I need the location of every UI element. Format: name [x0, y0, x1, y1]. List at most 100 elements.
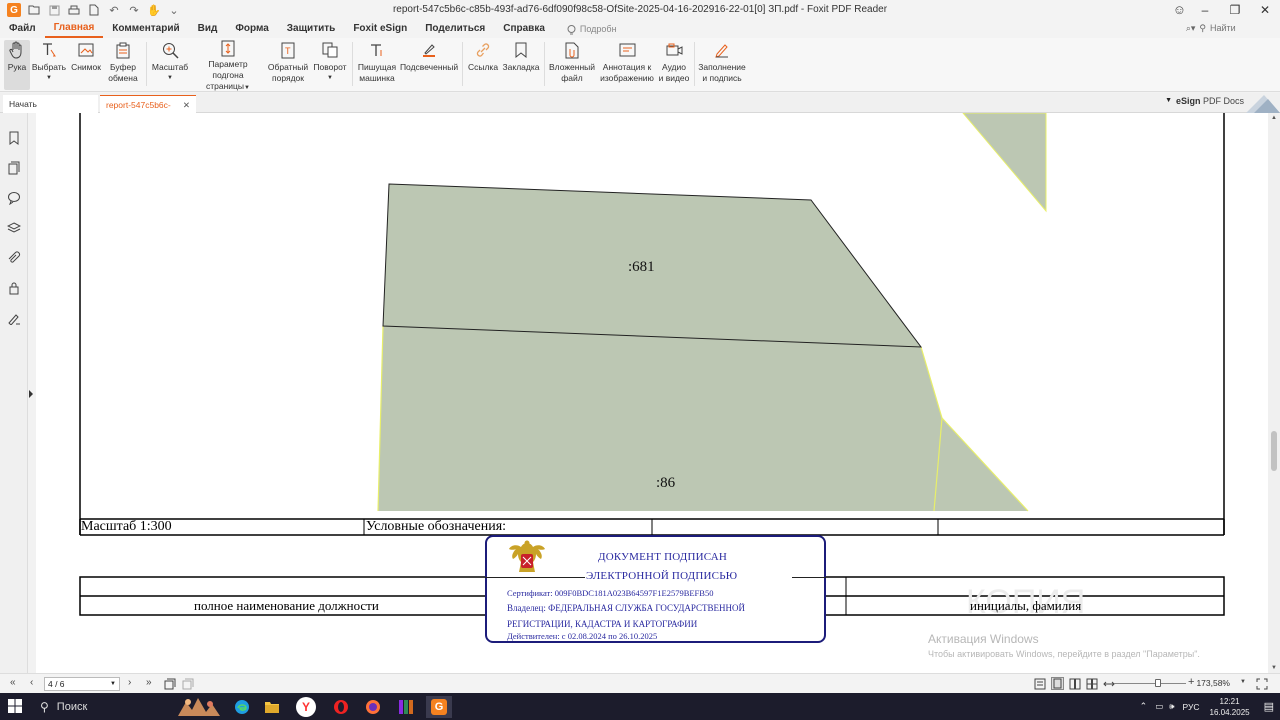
- scrollbar-thumb[interactable]: [1271, 431, 1277, 471]
- digital-signature-stamp[interactable]: ДОКУМЕНТ ПОДПИСАН ЭЛЕКТРОННОЙ ПОДПИСЬЮ С…: [485, 535, 826, 643]
- foxit-reader-taskbar-icon[interactable]: G: [426, 696, 452, 718]
- close-tab-icon[interactable]: ✕: [183, 96, 190, 114]
- print-icon[interactable]: [67, 3, 81, 17]
- firefox-browser-icon[interactable]: [362, 696, 384, 718]
- bookmark-label: Закладка: [502, 62, 540, 72]
- bookmark-button[interactable]: Закладка: [502, 40, 540, 90]
- first-page-icon[interactable]: «: [10, 677, 16, 688]
- previous-view-icon[interactable]: [164, 678, 176, 690]
- volume-icon[interactable]: 🕪: [1169, 701, 1174, 712]
- clock[interactable]: 12:21 16.04.2025: [1210, 696, 1250, 718]
- edge-browser-icon[interactable]: [231, 696, 253, 718]
- undo-icon[interactable]: ↶: [107, 3, 121, 17]
- save-icon[interactable]: [47, 3, 61, 17]
- zoom-dropdown-icon[interactable]: ▼: [1240, 679, 1246, 685]
- windows-taskbar: ⚲ Поиск Y G ⌃ ▭ 🕪 РУС 12:21 16.04.2025 ▤: [0, 693, 1280, 720]
- find-options-icon[interactable]: ⌕▾: [1186, 23, 1196, 34]
- pdf-viewport[interactable]: КОПИЯ :681 :86 Масштаб 1:300 Условные об…: [36, 113, 1268, 673]
- attach-file-button[interactable]: Вложенный файл: [548, 40, 596, 90]
- image-annotation-button[interactable]: Аннотация к изображению: [598, 40, 656, 90]
- menu-help[interactable]: Справка: [494, 20, 554, 38]
- single-page-view-icon[interactable]: [1034, 678, 1046, 690]
- next-view-icon[interactable]: [182, 678, 194, 690]
- bookmark-panel-icon[interactable]: [7, 131, 21, 145]
- vertical-scrollbar[interactable]: ▲ ▼: [1268, 113, 1280, 673]
- opera-browser-icon[interactable]: [330, 696, 352, 718]
- page-dropdown-icon[interactable]: ▼: [110, 678, 116, 690]
- expand-panel-icon[interactable]: [28, 389, 34, 399]
- winrar-archiver-icon[interactable]: [395, 696, 417, 718]
- tabs-dropdown-icon[interactable]: ▼: [1165, 97, 1172, 104]
- fullscreen-icon[interactable]: [1256, 678, 1268, 690]
- page-number-field[interactable]: 4 / 6 ▼: [44, 677, 120, 691]
- network-icon[interactable]: ▭: [1155, 701, 1163, 712]
- minimize-button[interactable]: –: [1190, 0, 1220, 20]
- typewriter-button[interactable]: Пишущая машинка: [356, 40, 398, 90]
- audio-video-button[interactable]: Аудио и видео: [658, 40, 690, 90]
- next-page-icon[interactable]: ›: [128, 677, 131, 688]
- image-annotation-label-2: изображению: [600, 73, 654, 83]
- user-account-icon[interactable]: ☺: [1173, 2, 1186, 17]
- hand-tool-quick-icon[interactable]: ✋: [147, 3, 161, 17]
- link-button[interactable]: Ссылка: [466, 40, 500, 90]
- menu-form[interactable]: Форма: [226, 20, 277, 38]
- windows-start-icon[interactable]: [8, 699, 22, 713]
- find-box[interactable]: ⌕▾ ⚲: [1186, 21, 1270, 35]
- rotate-button[interactable]: Поворот ▼: [311, 40, 349, 90]
- open-file-icon[interactable]: [27, 3, 41, 17]
- continuous-view-icon[interactable]: [1051, 677, 1064, 690]
- facing-view-icon[interactable]: [1069, 678, 1081, 690]
- tell-me-search[interactable]: Подробн: [566, 24, 617, 35]
- yandex-browser-icon[interactable]: Y: [296, 697, 316, 717]
- zoom-slider-thumb[interactable]: [1155, 679, 1161, 687]
- zoom-slider-track[interactable]: [1114, 683, 1186, 684]
- file-explorer-icon[interactable]: [261, 696, 283, 718]
- menu-protect[interactable]: Защитить: [278, 20, 345, 38]
- scroll-down-icon[interactable]: ▼: [1271, 665, 1277, 671]
- search-icon: ⚲: [40, 699, 49, 714]
- audio-video-label-1: Аудио: [662, 62, 686, 72]
- zoom-in-icon[interactable]: +: [1188, 676, 1194, 688]
- select-tool-button[interactable]: Выбрать ▼: [32, 40, 66, 90]
- zoom-button[interactable]: Масштаб ▼: [150, 40, 190, 90]
- taskbar-search[interactable]: ⚲ Поиск: [32, 693, 172, 720]
- find-input[interactable]: [1210, 21, 1270, 35]
- customize-toolbar-icon[interactable]: ⌄: [167, 3, 181, 17]
- tab-start[interactable]: Начать: [3, 95, 98, 113]
- new-file-icon[interactable]: [87, 3, 101, 17]
- menu-comment[interactable]: Комментарий: [103, 20, 188, 38]
- chevron-up-icon[interactable]: ⌃: [1140, 701, 1148, 712]
- menu-view[interactable]: Вид: [189, 20, 227, 38]
- esign-banner[interactable]: eSign PDF Docs: [1176, 96, 1244, 106]
- scroll-up-icon[interactable]: ▲: [1271, 115, 1277, 121]
- previous-page-icon[interactable]: ‹: [30, 677, 33, 688]
- attachments-panel-icon[interactable]: [7, 251, 21, 265]
- page-thumbnails-icon[interactable]: [7, 161, 21, 175]
- restore-button[interactable]: ❐: [1220, 0, 1250, 20]
- snapshot-button[interactable]: Снимок: [70, 40, 102, 90]
- notifications-icon[interactable]: ▤: [1264, 700, 1274, 713]
- close-button[interactable]: ✕: [1250, 0, 1280, 20]
- continuous-facing-view-icon[interactable]: [1086, 678, 1098, 690]
- comments-panel-icon[interactable]: [7, 191, 21, 205]
- menu-home[interactable]: Главная: [44, 20, 104, 38]
- reverse-view-button[interactable]: T Обратный порядок: [267, 40, 309, 90]
- fill-sign-button[interactable]: Заполнение и подпись: [698, 40, 746, 90]
- highlight-button[interactable]: Подсвеченный: [400, 40, 458, 90]
- menu-share[interactable]: Поделиться: [416, 20, 494, 38]
- signature-panel-icon[interactable]: [7, 311, 21, 325]
- menu-file[interactable]: Файл: [0, 20, 45, 38]
- page-fit-button[interactable]: Параметр подгона страницы▼: [192, 40, 264, 91]
- layers-panel-icon[interactable]: [7, 221, 21, 235]
- navigation-sidebar: [0, 113, 28, 673]
- clipboard-button[interactable]: Буфер обмена: [104, 40, 142, 90]
- zoom-level[interactable]: 173,58%: [1196, 678, 1230, 688]
- hand-tool-button[interactable]: Рука: [4, 40, 30, 90]
- security-lock-icon[interactable]: [7, 281, 21, 295]
- last-page-icon[interactable]: »: [146, 677, 152, 688]
- language-indicator[interactable]: РУС: [1183, 702, 1200, 712]
- redo-icon[interactable]: ↷: [127, 3, 141, 17]
- fit-width-icon[interactable]: [1103, 678, 1115, 690]
- tab-document[interactable]: report-547c5b6c-c85... ✕: [100, 95, 196, 128]
- menu-foxit-esign[interactable]: Foxit eSign: [344, 20, 416, 38]
